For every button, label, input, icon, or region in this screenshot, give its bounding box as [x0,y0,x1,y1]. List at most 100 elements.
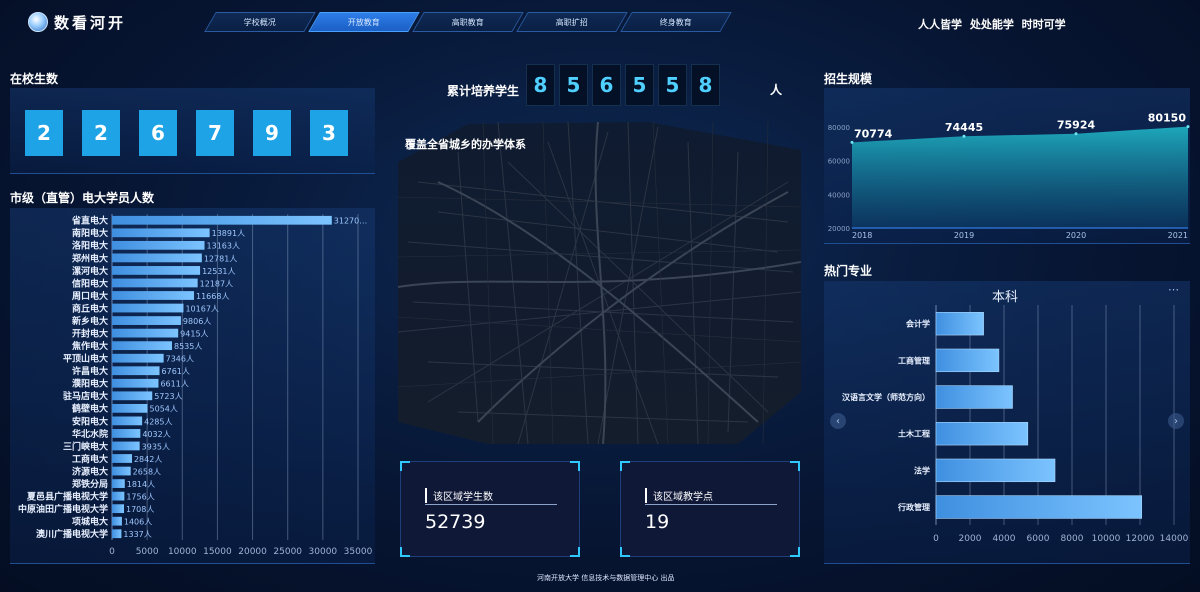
bar[interactable] [935,312,984,336]
x-tick-label: 4000 [993,534,1016,544]
enrolled-digit: 2 [25,110,63,156]
enroll-title: 招生规模 [824,72,873,86]
data-label: 11668人 [196,292,229,301]
region-students-value: 52739 [425,511,486,533]
bar[interactable] [935,458,1056,483]
bar[interactable] [112,454,132,463]
enrolled-title: 在校生数 [10,72,59,86]
data-point[interactable] [1186,125,1190,129]
area-series [852,126,1188,228]
logo-text: 数看河开 [54,13,127,32]
city-map[interactable] [398,122,801,444]
x-tick-label: 2020 [1066,231,1086,240]
data-label: 74445 [945,121,983,134]
category-label: 三门峡电大 [63,440,108,452]
category-label: 许昌电大 [72,365,108,377]
region-points-value: 19 [645,511,670,533]
category-label: 工商电大 [72,453,108,465]
bar[interactable] [112,215,332,225]
bar[interactable] [112,353,164,363]
bar[interactable] [112,341,172,351]
bar[interactable] [112,529,122,539]
hot-majors-title: 热门专业 [824,264,873,278]
total-trained-label: 累计培养学生 [447,84,520,98]
category-label: 开封电大 [72,328,108,340]
data-label: 1814人 [127,480,155,489]
bar[interactable] [112,316,181,325]
bar[interactable] [112,429,141,438]
total-digit: 6 [592,64,621,106]
bar[interactable] [935,422,1029,446]
bar[interactable] [112,403,148,413]
data-label: 9806人 [183,317,211,326]
category-label: 工商管理 [898,355,930,365]
bar[interactable] [112,491,125,501]
city-chart-title: 市级（直管）电大学员人数 [10,191,155,205]
region-points-label: 该区域教学点 [645,488,713,503]
bar[interactable] [112,504,125,514]
bar[interactable] [112,303,184,313]
region-students-card: 该区域学生数 52739 [400,461,580,557]
app-logo[interactable]: 数看河开 [28,10,126,34]
bar[interactable] [112,416,143,426]
total-digit: 8 [526,64,555,106]
category-label: 平顶山电大 [63,353,108,365]
data-label: 75924 [1057,119,1096,132]
next-arrow-icon[interactable]: › [1168,413,1184,429]
y-tick-label: 40000 [828,191,850,199]
hot-majors-bar-svg: 0 2000 4000 6000 8000 10000 12000 14000 会计学工商管理汉… [842,305,1189,544]
bar[interactable] [112,253,202,263]
category-label: 濮阳电大 [71,378,108,390]
globe-logo-icon [28,12,48,32]
data-label: 70774 [854,127,893,140]
data-label: 9415人 [180,330,208,339]
enrolled-digit: 3 [310,110,348,156]
tab-school-overview[interactable]: 学校概况 [204,12,316,32]
bar[interactable] [112,240,205,250]
x-tick-label: 2000 [959,534,982,544]
data-label: 12531人 [202,267,235,276]
data-label: 1708人 [126,505,154,514]
x-tick-label: 2021 [1168,231,1188,240]
data-label: 10167人 [185,304,218,313]
category-label: 汉语言文学（师范方向） [842,392,930,402]
data-point[interactable] [850,140,854,144]
category-label: 项城电大 [72,516,108,528]
slogan: 人人皆学 处处能学 时时可学 [918,18,1066,31]
x-tick-label: 5000 [136,547,159,557]
bar[interactable] [112,228,210,238]
bar[interactable] [112,516,122,526]
tab-vocational-expansion[interactable]: 高职扩招 [516,12,628,32]
bar[interactable] [112,479,125,488]
bar[interactable] [112,378,159,388]
total-digit: 5 [559,64,588,106]
data-point[interactable] [962,134,966,138]
bar[interactable] [112,291,195,300]
bar[interactable] [935,385,1013,409]
x-tick-label: 2019 [954,231,974,240]
tab-vocational-education[interactable]: 高职教育 [412,12,524,32]
prev-arrow-icon[interactable]: ‹ [830,413,846,429]
bar[interactable] [112,266,201,275]
bar[interactable] [935,495,1142,519]
footer-credit: 河南开放大学 信息技术与数据管理中心 出品 [537,574,675,582]
total-unit: 人 [770,83,783,97]
bar[interactable] [935,348,1000,373]
x-tick-label: 14000 [1160,534,1189,544]
data-label: 1337人 [123,530,151,539]
tab-open-education[interactable]: 开放教育 [308,12,420,32]
y-tick-label: 80000 [828,124,850,132]
bar[interactable] [112,366,160,376]
bar[interactable] [112,441,140,451]
category-label: 省直电大 [71,215,108,227]
bar[interactable] [112,391,153,401]
bar[interactable] [112,278,198,288]
data-point[interactable] [1074,132,1078,136]
region-students-label: 该区域学生数 [425,488,493,503]
bar[interactable] [112,328,179,338]
tab-lifelong-education[interactable]: 终身教育 [620,12,732,32]
x-tick-label: 10000 [168,547,197,557]
data-label: 1406人 [124,518,152,527]
bar[interactable] [112,466,131,476]
map-title: 覆盖全省城乡的办学体系 [405,138,526,151]
